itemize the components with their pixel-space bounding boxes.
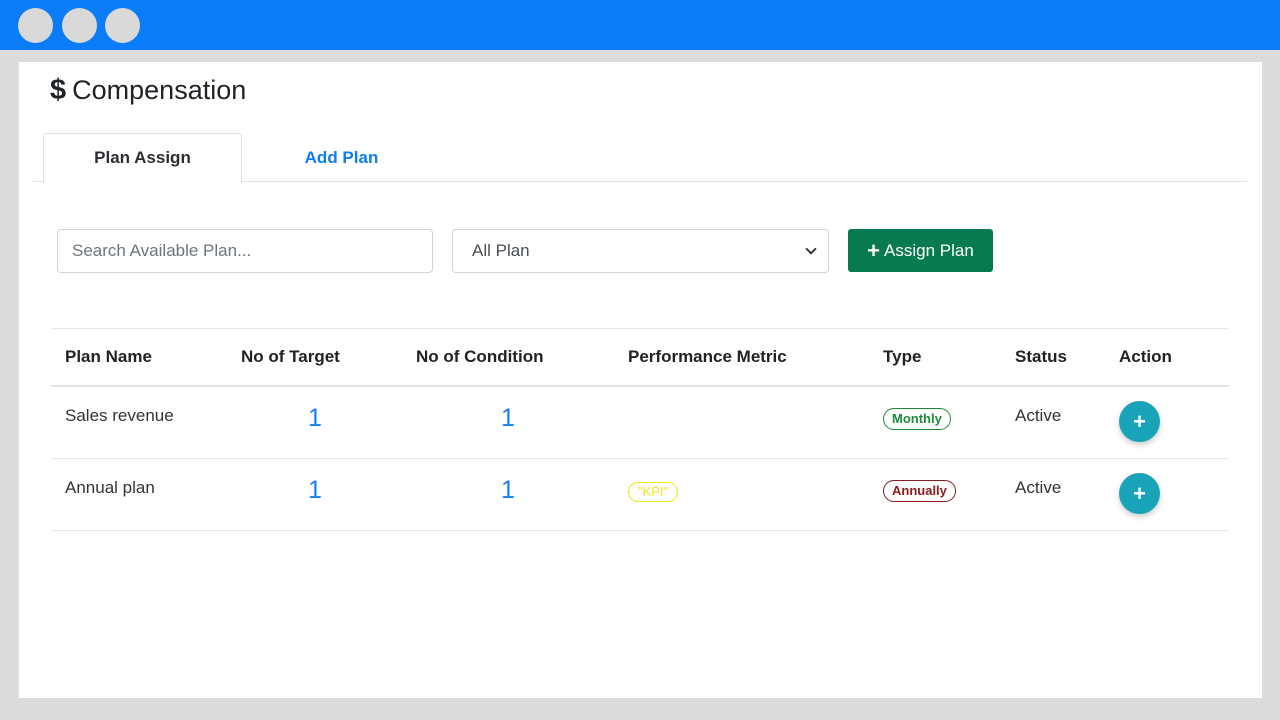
table-row: Sales revenue 1 1 Monthly Active + [51,387,1229,459]
type-badge: Annually [883,480,956,502]
tab-add-plan[interactable]: Add Plan [242,133,441,182]
window-control-dot[interactable] [18,8,53,43]
tab-bar: Plan Assign Add Plan [33,133,1247,183]
status-text: Active [1015,406,1062,425]
action-add-button[interactable]: + [1119,401,1160,442]
target-count[interactable]: 1 [308,476,322,505]
plan-filter-value: All Plan [472,241,530,260]
column-header: Plan Name [65,347,152,366]
main-panel: $ Compensation Plan Assign Add Plan All … [19,62,1262,698]
type-badge: Monthly [883,408,951,430]
plan-name: Annual plan [65,478,155,497]
table-row: Annual plan 1 1 "KPI" Annually Active + [51,459,1229,531]
column-header: Status [1015,347,1067,366]
chevron-down-icon [805,243,817,255]
plans-table: Plan Name No of Target No of Condition P… [51,328,1229,531]
plan-name: Sales revenue [65,406,174,425]
metric-badge: "KPI" [628,482,679,502]
column-header: No of Condition [416,347,544,366]
window-control-dot[interactable] [62,8,97,43]
table-header-row: Plan Name No of Target No of Condition P… [51,328,1229,387]
window-titlebar [0,0,1280,50]
plus-icon: + [1133,480,1146,506]
assign-plan-label: Assign Plan [884,240,974,260]
assign-plan-button[interactable]: + Assign Plan [848,229,993,272]
status-text: Active [1015,478,1062,497]
search-input[interactable] [57,229,433,273]
plan-filter-select[interactable]: All Plan [452,229,829,273]
tab-plan-assign[interactable]: Plan Assign [43,133,242,183]
window-control-dot[interactable] [105,8,140,43]
action-add-button[interactable]: + [1119,473,1160,514]
page-title-text: Compensation [72,75,247,105]
plus-icon: + [1133,408,1146,434]
column-header: Type [883,347,922,366]
column-header: Action [1119,347,1172,366]
dollar-icon: $ [50,74,67,106]
page-title: $ Compensation [50,74,246,107]
plus-icon: + [867,237,881,263]
column-header: No of Target [241,347,340,366]
target-count[interactable]: 1 [308,404,322,433]
condition-count[interactable]: 1 [501,476,515,505]
condition-count[interactable]: 1 [501,404,515,433]
column-header: Performance Metric [628,347,787,366]
